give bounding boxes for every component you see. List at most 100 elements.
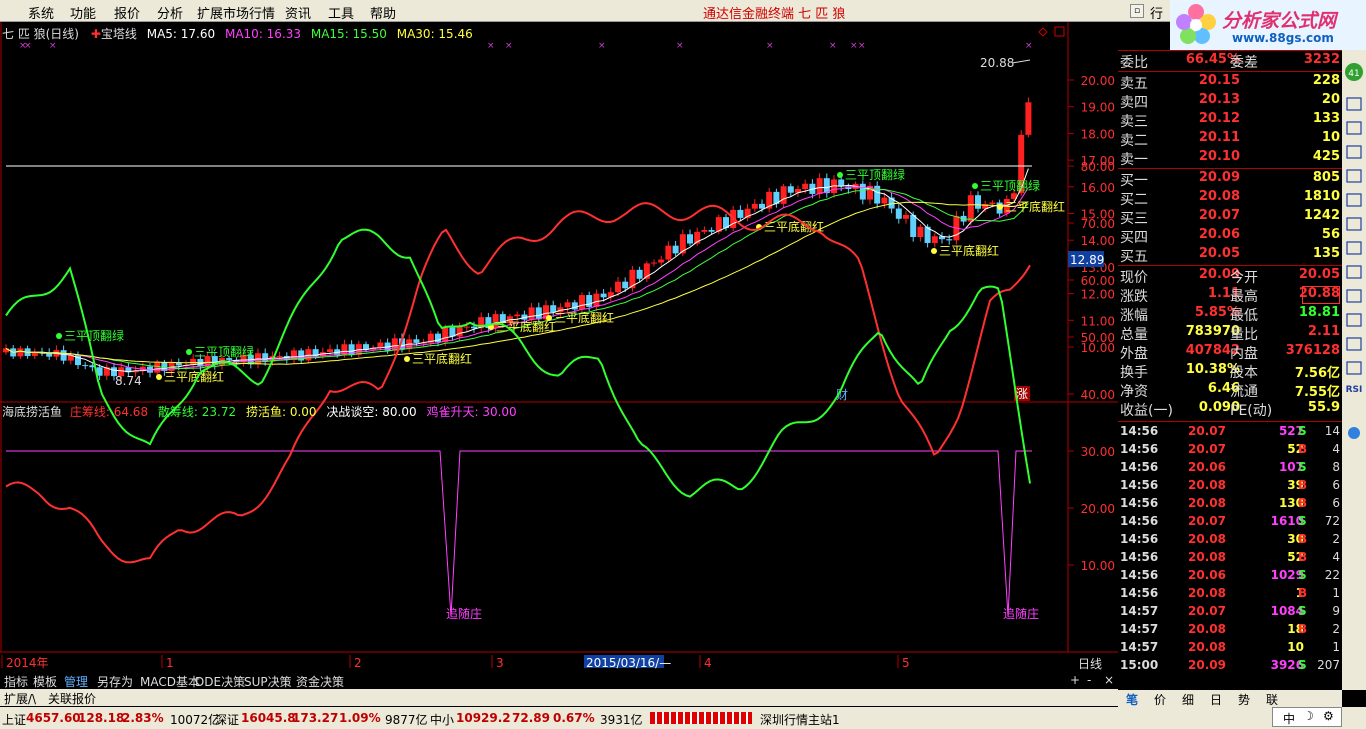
indicator-tab[interactable]: 资金决策	[296, 673, 344, 690]
tick-row[interactable]: 14:56 20.07 527 S 14	[1118, 424, 1342, 442]
ask-row[interactable]: 卖二 20.11 10	[1118, 130, 1342, 149]
stat-label: 量比	[1230, 327, 1258, 343]
stat-label: PE(动)	[1230, 403, 1273, 419]
add-button[interactable]: +	[1070, 673, 1080, 687]
candle-body	[579, 295, 585, 310]
bid-row[interactable]: 买二 20.08 1810	[1118, 189, 1342, 208]
quote-tab[interactable]: 价	[1154, 691, 1166, 708]
indicator-tab[interactable]: 另存为	[97, 673, 133, 690]
bid-row[interactable]: 买五 20.05 135	[1118, 246, 1342, 265]
tick-row[interactable]: 14:56 20.07 52 B 4	[1118, 442, 1342, 460]
xaxis-label: 2014年	[6, 656, 49, 670]
price-tick-label: 20.00	[1081, 74, 1115, 88]
tick-row[interactable]: 14:57 20.08 10 1	[1118, 640, 1342, 658]
ask-row[interactable]: 卖五 20.15 228	[1118, 73, 1342, 92]
server-station[interactable]: 深圳行情主站1	[760, 711, 840, 728]
candle-body	[3, 348, 9, 353]
restore-icon[interactable]: ▫	[1130, 4, 1144, 18]
quote-tab[interactable]: 势	[1238, 691, 1250, 708]
tick-row[interactable]: 14:56 20.06 1029 S 22	[1118, 568, 1342, 586]
tick-row[interactable]: 14:56 20.07 1610 S 72	[1118, 514, 1342, 532]
current-price-badge-label: 12.89	[1070, 253, 1104, 267]
bid-volume: 1810	[1303, 189, 1340, 204]
menu-analysis[interactable]: 分析	[157, 3, 183, 22]
menu-extended-market[interactable]: 扩展市场行情	[197, 3, 275, 22]
candle-body	[571, 302, 578, 310]
quote-tab[interactable]: 日	[1210, 691, 1222, 708]
tick-row[interactable]: 14:56 20.06 107 S 8	[1118, 460, 1342, 478]
tick-count: 1	[1332, 640, 1340, 654]
tick-row[interactable]: 14:57 20.07 1084 S 9	[1118, 604, 1342, 622]
stat-label: 内盘	[1230, 346, 1258, 362]
tick-price: 20.08	[1188, 550, 1226, 564]
price-tick-label: 18.00	[1081, 127, 1115, 141]
ask-row[interactable]: 卖四 20.13 20	[1118, 92, 1342, 111]
tick-side: S	[1298, 514, 1307, 528]
marker-x-icon: ×	[676, 41, 684, 51]
sub-indicator-name[interactable]: 海底捞活鱼	[2, 405, 62, 419]
sub-item-value: 0.00	[289, 405, 317, 419]
tick-row[interactable]: 14:57 20.08 18 B 2	[1118, 622, 1342, 640]
tick-count: 4	[1332, 442, 1340, 456]
sub-item-label: 决战谈空	[326, 405, 375, 419]
trade-button[interactable]: 行	[1150, 3, 1163, 22]
bid-row[interactable]: 买三 20.07 1242	[1118, 208, 1342, 227]
ask-row[interactable]: 卖三 20.12 133	[1118, 111, 1342, 130]
stat-label: 总量	[1120, 327, 1148, 343]
price-tick-label: 11.00	[1081, 314, 1115, 328]
marker-x-icon: ×	[858, 41, 866, 51]
indicator-tab[interactable]: 指标	[4, 673, 28, 690]
tick-price: 20.07	[1188, 424, 1226, 438]
bid-volume: 135	[1312, 246, 1340, 261]
ma30-line	[5, 201, 1029, 365]
menu-tools[interactable]: 工具	[328, 3, 354, 22]
bid-label: 买四	[1120, 230, 1148, 246]
minus-button[interactable]: -	[1087, 673, 1091, 687]
tick-row[interactable]: 14:56 20.08 30 B 2	[1118, 532, 1342, 550]
bid-row[interactable]: 买四 20.06 56	[1118, 227, 1342, 246]
bid-volume: 805	[1312, 170, 1340, 185]
menu-news[interactable]: 资讯	[285, 3, 311, 22]
candle-body	[787, 186, 794, 193]
tick-row[interactable]: 14:56 20.08 1 B 1	[1118, 586, 1342, 604]
kline-chart[interactable]: 20.0019.0018.0017.0016.0015.0014.0013.00…	[0, 22, 1118, 672]
bid-row[interactable]: 买一 20.09 805	[1118, 170, 1342, 189]
extend-tab[interactable]: 扩展/\	[4, 690, 36, 707]
tick-row[interactable]: 14:56 20.08 39 B 6	[1118, 478, 1342, 496]
tick-count: 1	[1332, 586, 1340, 600]
signal-dot-icon	[156, 374, 162, 380]
close-icon[interactable]: ×	[1104, 673, 1114, 687]
tick-row[interactable]: 15:00 20.09 3926 S 207	[1118, 658, 1342, 676]
quote-tab[interactable]: 联	[1266, 691, 1278, 708]
ask-row[interactable]: 卖一 20.10 425	[1118, 149, 1342, 168]
menu-system[interactable]: 系统	[28, 3, 54, 22]
ime-indicator[interactable]: 中 ☽ ⚙	[1272, 707, 1342, 727]
tick-row[interactable]: 14:56 20.08 130 B 6	[1118, 496, 1342, 514]
indicator-tab[interactable]: MACD基本	[140, 673, 200, 690]
indicator-tab[interactable]: 管理	[64, 673, 88, 690]
tick-price: 20.08	[1188, 496, 1226, 510]
indicator-tab[interactable]: SUP决策	[244, 673, 292, 690]
menu-function[interactable]: 功能	[70, 3, 96, 22]
menu-help[interactable]: 帮助	[370, 3, 396, 22]
chart-area[interactable]: 20.00 19.00 18.00 17.00 16.00 15.00 14.00 13.00…	[0, 22, 1118, 672]
quote-tab[interactable]: 笔	[1126, 691, 1138, 708]
indicator-tab[interactable]: DDE决策	[195, 673, 245, 690]
stat-row: 总量 783970 量比 2.11	[1118, 324, 1342, 343]
tick-price: 20.08	[1188, 640, 1226, 654]
candle-body	[1025, 102, 1032, 135]
menu-quote[interactable]: 报价	[114, 3, 140, 22]
candle-body	[672, 245, 679, 254]
toolbar-icons[interactable]: 41 RSI	[1342, 50, 1366, 690]
marker-x-icon: ×	[829, 41, 837, 51]
ask-label: 卖一	[1120, 152, 1148, 168]
tick-row[interactable]: 14:56 20.08 52 B 4	[1118, 550, 1342, 568]
tick-side: B	[1298, 550, 1308, 564]
quote-tab[interactable]: 细	[1182, 691, 1194, 708]
candle-body	[413, 339, 420, 343]
indicator-name[interactable]: 宝塔线	[101, 27, 137, 41]
extend-tab[interactable]: 关联报价	[48, 690, 96, 707]
stat-label: 收益(一)	[1120, 403, 1173, 419]
indicator-tab[interactable]: 模板	[33, 673, 57, 690]
gear-icon: ⚙	[1323, 709, 1334, 723]
